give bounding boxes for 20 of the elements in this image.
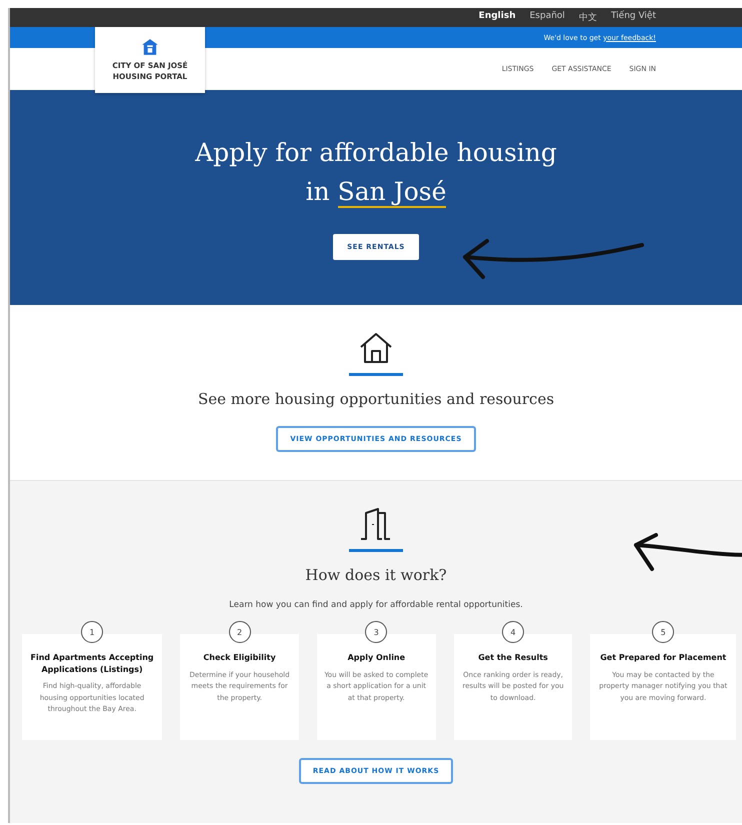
language-link[interactable]: English	[478, 11, 516, 24]
step-number: 3	[365, 621, 388, 643]
section-heading: How does it work?	[305, 566, 447, 584]
house-icon	[358, 331, 394, 365]
step-number: 1	[81, 621, 104, 643]
section-subtitle: Learn how you can find and apply for affordable rental opportunities.	[229, 600, 523, 610]
language-link[interactable]: Tiếng Việt	[610, 11, 656, 24]
step-title: Get Prepared for Placement	[600, 652, 726, 664]
step-title: Get the Results	[478, 652, 548, 664]
language-link[interactable]: Español	[530, 11, 565, 24]
step-number: 2	[228, 621, 251, 643]
language-link[interactable]: 中文	[578, 11, 597, 24]
house-icon	[141, 38, 159, 56]
section-heading: See more housing opportunities and resources	[198, 390, 554, 408]
step-number: 5	[652, 621, 674, 643]
step-number: 4	[502, 621, 524, 643]
step-title: Apply Online	[348, 652, 406, 664]
step-title: Check Eligibility	[203, 652, 276, 664]
hero-title: Apply for affordable housing in San José	[195, 137, 557, 210]
step-title: Find Apartments Accepting Applications (Listings)	[29, 652, 155, 676]
